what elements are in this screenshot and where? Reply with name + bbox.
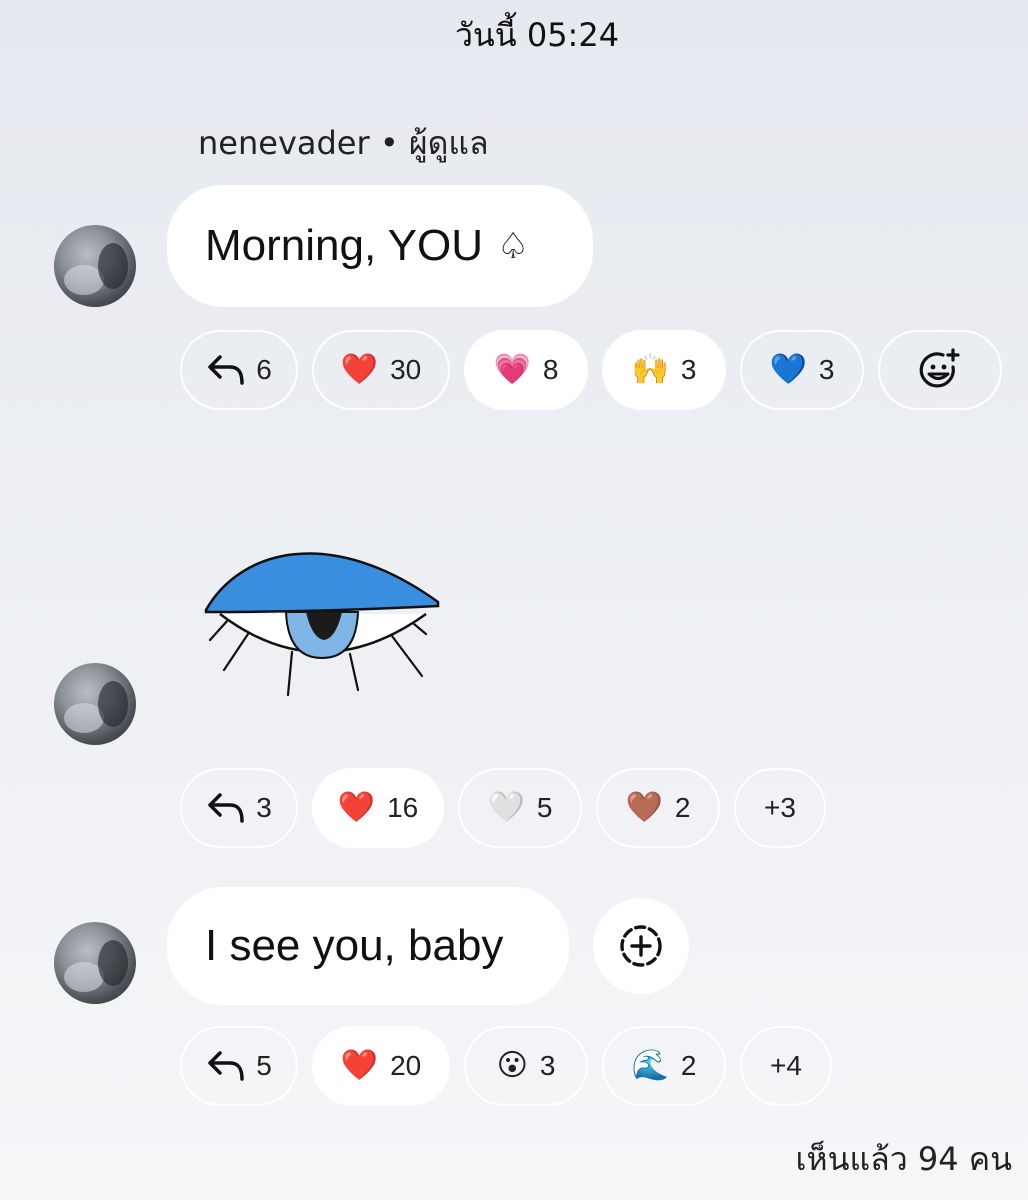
raising-hands-icon: 🙌 — [631, 352, 669, 387]
message-text: I see you, baby — [205, 921, 504, 970]
reply-count-button[interactable]: 6 — [180, 330, 298, 410]
red-heart-icon: ❤️ — [340, 1048, 379, 1083]
reaction-chip[interactable]: 💙 3 — [740, 330, 864, 410]
surprised-face-icon: 😮 — [496, 1048, 528, 1083]
reply-arrow-icon — [208, 355, 244, 385]
reaction-chip[interactable]: ❤️ 20 — [312, 1026, 450, 1106]
message-text: Morning, YOU — [205, 221, 483, 270]
reaction-chip[interactable]: 💗 8 — [464, 330, 588, 410]
reply-arrow-icon — [208, 793, 244, 823]
message-bubble[interactable]: I see you, baby — [167, 887, 569, 1005]
reply-count: 5 — [256, 1050, 272, 1081]
reaction-count: 2 — [680, 1050, 697, 1081]
reaction-count: 3 — [539, 1050, 556, 1081]
avatar[interactable] — [54, 225, 136, 307]
reaction-chip[interactable]: 🤍 5 — [458, 768, 582, 848]
avatar[interactable] — [54, 663, 136, 745]
reaction-count: 16 — [387, 792, 419, 823]
avatar[interactable] — [54, 922, 136, 1004]
more-reactions-count: +3 — [764, 792, 796, 823]
reaction-row: 5 ❤️ 20 😮 3 🌊 2 +4 — [180, 1026, 846, 1106]
growing-heart-icon: 💗 — [493, 352, 531, 387]
reaction-row: 3 ❤️ 16 🤍 5 🤎 2 +3 — [180, 768, 840, 848]
red-heart-icon: ❤️ — [340, 352, 379, 387]
red-heart-icon: ❤️ — [337, 790, 376, 825]
reply-count: 3 — [256, 792, 272, 823]
spade-icon: ♤ — [496, 225, 530, 267]
sender-name[interactable]: nenevader — [198, 124, 370, 162]
water-wave-icon: 🌊 — [631, 1048, 669, 1083]
reaction-chip[interactable]: 🙌 3 — [602, 330, 726, 410]
sender-role: ผู้ดูแล — [408, 124, 489, 162]
reaction-count: 2 — [674, 792, 691, 823]
reply-count-button[interactable]: 3 — [180, 768, 298, 848]
more-reactions-count: +4 — [770, 1050, 802, 1081]
more-reactions-button[interactable]: +4 — [740, 1026, 832, 1106]
add-reaction-button[interactable] — [878, 330, 1002, 410]
reaction-row: 6 ❤️ 30 💗 8 🙌 3 💙 3 — [180, 330, 1002, 410]
reaction-chip[interactable]: 🤎 2 — [596, 768, 720, 848]
reaction-count: 8 — [542, 354, 559, 385]
chat-timestamp: วันนี้ 05:24 — [454, 16, 620, 54]
reaction-count: 20 — [390, 1050, 422, 1081]
brown-heart-icon: 🤎 — [625, 790, 663, 825]
white-heart-icon: 🤍 — [487, 790, 525, 825]
blue-heart-icon: 💙 — [769, 352, 807, 387]
sender-separator: • — [369, 124, 409, 162]
add-emoji-icon — [919, 348, 960, 388]
sender-label: nenevader • ผู้ดูแล — [198, 118, 489, 169]
reaction-count: 3 — [818, 354, 835, 385]
reaction-count: 3 — [680, 354, 697, 385]
reply-arrow-icon — [208, 1051, 244, 1081]
seen-count[interactable]: เห็นแล้ว 94 คน — [796, 1134, 1012, 1185]
eye-sticker[interactable] — [200, 530, 450, 705]
reply-count-button[interactable]: 5 — [180, 1026, 298, 1106]
reaction-chip[interactable]: 😮 3 — [464, 1026, 588, 1106]
reply-count: 6 — [256, 354, 272, 385]
reaction-chip[interactable]: ❤️ 16 — [312, 768, 444, 848]
reaction-chip[interactable]: 🌊 2 — [602, 1026, 726, 1106]
reaction-count: 30 — [390, 354, 422, 385]
add-reaction-button[interactable] — [593, 898, 689, 994]
more-reactions-button[interactable]: +3 — [734, 768, 826, 848]
add-circle-dashed-icon — [620, 925, 662, 967]
reaction-chip[interactable]: ❤️ 30 — [312, 330, 450, 410]
reaction-count: 5 — [536, 792, 553, 823]
message-bubble[interactable]: Morning, YOU ♤ — [167, 185, 593, 307]
